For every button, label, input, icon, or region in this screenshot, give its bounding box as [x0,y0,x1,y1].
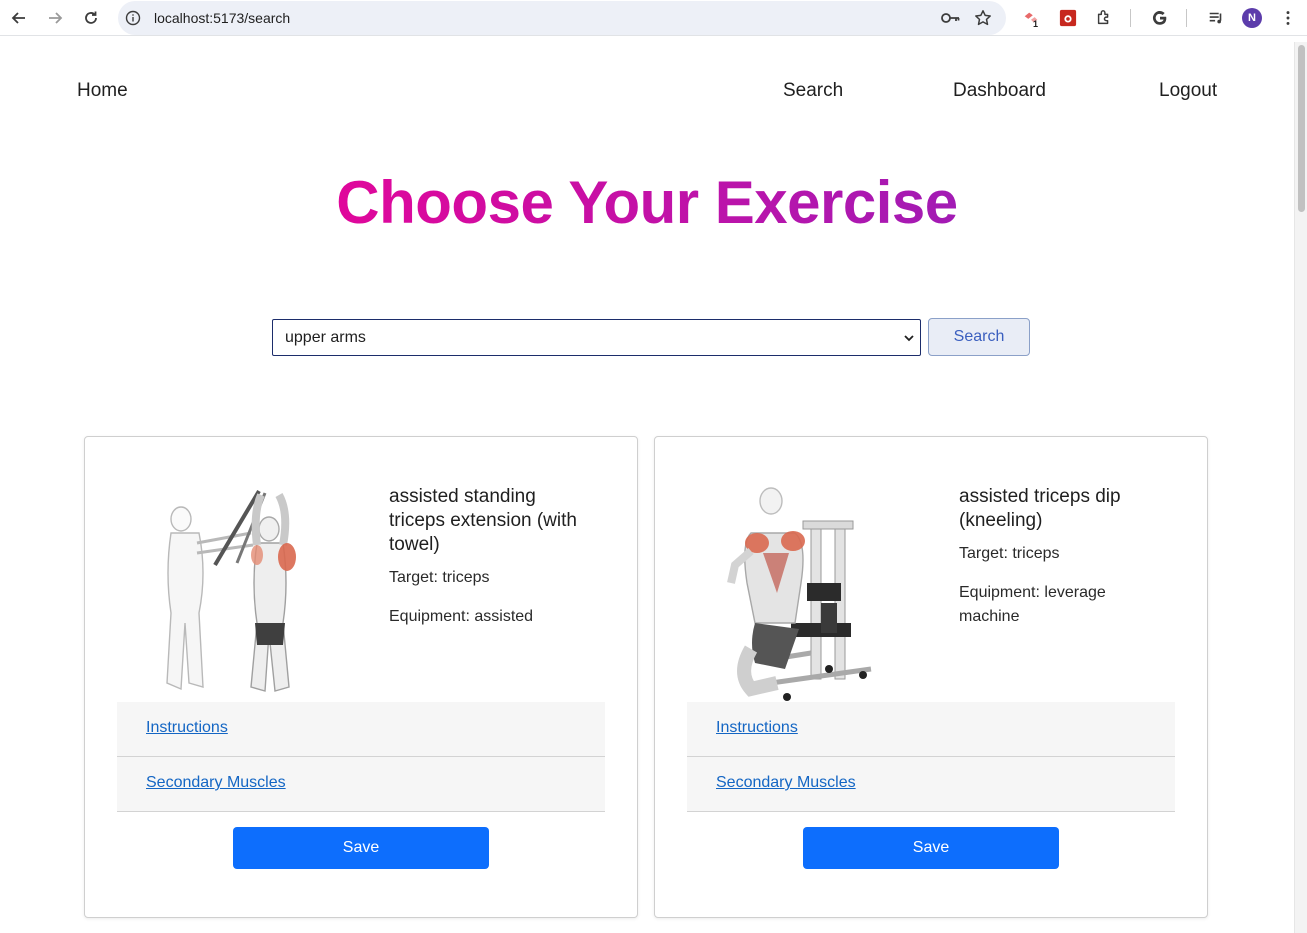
page-title-text: Choose Your Exercise [336,169,958,236]
address-bar[interactable]: localhost:5173/search [118,1,1006,35]
save-button[interactable]: Save [233,827,489,869]
toolbar-divider [1186,9,1187,27]
chevron-down-icon [904,335,914,342]
toolbar-divider [1130,9,1131,27]
google-icon[interactable] [1150,8,1170,28]
nav-dashboard-link[interactable]: Dashboard [953,80,1046,102]
search-button[interactable]: Search [928,318,1030,356]
instructions-link[interactable]: Instructions [716,719,798,737]
secondary-muscles-accordion[interactable]: Secondary Muscles [687,757,1175,812]
secondary-muscles-link[interactable]: Secondary Muscles [146,774,286,792]
url-text[interactable]: localhost:5173/search [154,10,290,26]
exercise-name: assisted standing triceps extension (wit… [389,486,577,555]
exercise-equipment: Equipment: leverage machine [959,584,1106,625]
site-info-icon[interactable] [125,10,141,26]
exercise-card: assisted triceps dip (kneeling) Target: … [654,436,1208,918]
instructions-link[interactable]: Instructions [146,719,228,737]
nav-search-link[interactable]: Search [783,80,843,102]
instructions-accordion[interactable]: Instructions [117,702,605,757]
extension-app-icon[interactable] [1058,8,1078,28]
exercise-target: Target: triceps [389,569,490,586]
body-part-select[interactable]: upper arms [272,319,921,356]
exercise-card: assisted standing triceps extension (wit… [84,436,638,918]
profile-avatar[interactable]: N [1242,8,1262,28]
forward-icon[interactable] [43,7,67,29]
secondary-muscles-accordion[interactable]: Secondary Muscles [117,757,605,812]
extension-badge: 1 [1033,19,1039,29]
nav-home-link[interactable]: Home [77,80,128,102]
instructions-accordion[interactable]: Instructions [687,702,1175,757]
back-icon[interactable] [7,7,31,29]
bookmark-star-icon[interactable] [974,9,992,27]
more-menu-icon[interactable] [1278,8,1298,28]
exercise-image [727,487,872,701]
password-key-icon[interactable] [940,9,960,27]
reload-icon[interactable] [79,7,103,29]
browser-toolbar: localhost:5173/search 1 N [0,0,1307,36]
select-value: upper arms [285,329,366,346]
exercise-target: Target: triceps [959,545,1060,562]
exercise-equipment: Equipment: assisted [389,608,534,625]
save-button[interactable]: Save [803,827,1059,869]
scrollbar-thumb[interactable] [1298,45,1305,212]
secondary-muscles-link[interactable]: Secondary Muscles [716,774,856,792]
page-title: Choose Your Exercise [0,168,1294,237]
exercise-image [166,489,296,692]
exercise-name: assisted triceps dip (kneeling) [959,486,1121,531]
extensions-puzzle-icon[interactable] [1094,8,1114,28]
media-controls-icon[interactable] [1206,8,1226,28]
nav-logout-link[interactable]: Logout [1159,80,1217,102]
